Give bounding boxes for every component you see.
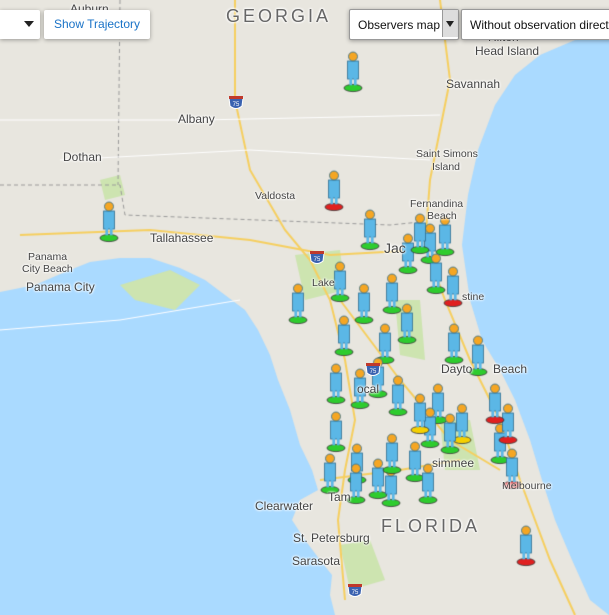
svg-text:75: 75	[233, 102, 240, 108]
state-label-georgia: GEORGIA	[226, 6, 332, 26]
state-label-florida: FLORIDA	[381, 516, 481, 536]
city-label: Savannah	[446, 77, 501, 91]
city-label: Tam	[328, 490, 351, 504]
left-dropdown[interactable]	[0, 10, 40, 39]
map-type-select[interactable]: Observers map	[349, 9, 459, 40]
city-label: ocal	[357, 382, 380, 396]
show-trajectory-button[interactable]: Show Trajectory	[44, 10, 151, 39]
highway-shield-icon: 75	[347, 584, 363, 597]
city-label: Lake	[312, 277, 335, 289]
observation-direction-value: Without observation directio	[470, 18, 609, 32]
city-label: Head Island	[475, 44, 540, 58]
city-label: Valdosta	[255, 190, 296, 202]
city-label: Dothan	[63, 150, 102, 164]
observation-direction-select[interactable]: Without observation directio	[461, 9, 609, 40]
highway-shield-icon: 75	[365, 363, 381, 376]
city-label: City Beach	[22, 263, 73, 275]
chevron-down-icon[interactable]	[442, 10, 458, 37]
city-label: Panama	[28, 251, 68, 263]
city-label: Melbourne	[502, 480, 552, 492]
city-label: Tallahassee	[150, 231, 214, 245]
highway-shield-icon: 75	[228, 96, 244, 109]
city-label: Clearwater	[255, 499, 314, 513]
city-label: Albany	[178, 112, 215, 126]
city-label: Beach	[493, 362, 528, 376]
city-label: Beach	[427, 210, 457, 222]
city-label: Jac	[384, 240, 406, 256]
city-label: Saint Simons	[416, 148, 478, 160]
city-label: Fernandina	[410, 198, 464, 210]
city-label: stine	[462, 291, 485, 303]
highway-shield-icon: 75	[309, 251, 325, 264]
svg-text:75: 75	[352, 590, 359, 596]
city-label: Dayto	[441, 362, 473, 376]
city-label: simmee	[432, 456, 475, 470]
svg-text:75: 75	[370, 369, 377, 375]
chevron-down-icon	[24, 21, 34, 27]
map-canvas[interactable]	[0, 0, 609, 615]
map-type-value: Observers map	[358, 18, 441, 32]
city-label: Panama City	[26, 280, 95, 294]
city-label: Sarasota	[292, 554, 341, 568]
city-label: St. Petersburg	[293, 531, 370, 545]
svg-text:75: 75	[314, 257, 321, 263]
city-label: Island	[432, 161, 461, 173]
